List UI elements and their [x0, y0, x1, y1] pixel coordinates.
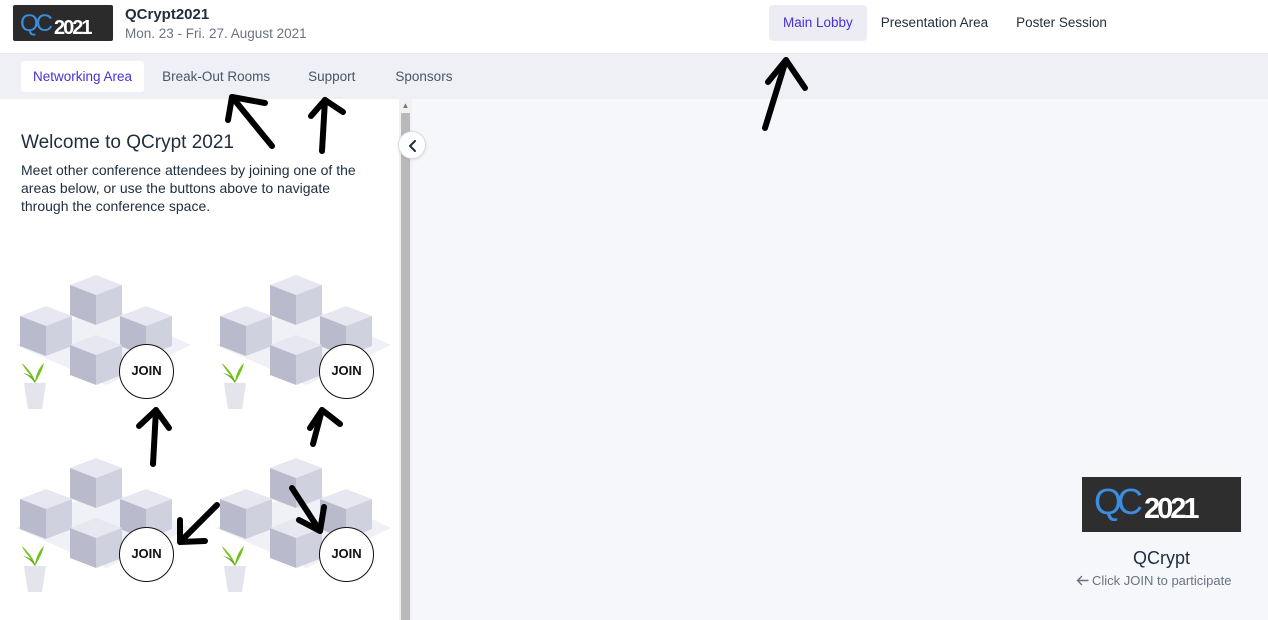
networking-room: JOIN — [16, 275, 196, 415]
join-button[interactable]: JOIN — [119, 344, 174, 399]
qcrypt-logo: QC 2021 — [1082, 477, 1241, 532]
join-button[interactable]: JOIN — [119, 527, 174, 582]
conference-title: QCrypt2021 — [125, 6, 210, 23]
networking-panel: Welcome to QCrypt 2021 Meet other confer… — [0, 99, 399, 620]
collapse-panel-button[interactable] — [398, 131, 426, 159]
svg-text:QC: QC — [20, 10, 53, 37]
room-illustration — [16, 458, 191, 592]
svg-text:2021: 2021 — [1144, 493, 1199, 525]
room-illustration — [216, 275, 391, 409]
welcome-title: Welcome to QCrypt 2021 — [21, 132, 234, 153]
networking-room: JOIN — [216, 458, 396, 598]
space-name: QCrypt — [1132, 548, 1190, 568]
scroll-up-arrow-icon[interactable]: ▲ — [399, 99, 412, 113]
scroll-thumb[interactable] — [401, 113, 410, 620]
networking-room: JOIN — [16, 458, 196, 598]
svg-text:2021: 2021 — [54, 17, 92, 39]
conference-dates: Mon. 23 - Fri. 27. August 2021 — [125, 26, 307, 41]
sub-navigation: Networking Area Break-Out Rooms Support … — [0, 54, 1268, 99]
svg-text:QC: QC — [1094, 481, 1142, 522]
main-content-area: QC 2021 QCrypt Click JOIN to participate — [412, 99, 1268, 620]
conference-logo[interactable]: QC 2021 — [13, 5, 113, 41]
app-root: QC 2021 QCrypt2021 Mon. 23 - Fri. 27. Au… — [0, 0, 1268, 620]
panel-scrollbar[interactable]: ▲ — [399, 99, 412, 620]
join-hint: Click JOIN to participate — [1076, 573, 1231, 588]
nav-presentation-area[interactable]: Presentation Area — [867, 5, 1002, 41]
join-button[interactable]: JOIN — [319, 527, 374, 582]
room-illustration — [216, 458, 391, 592]
tab-support[interactable]: Support — [296, 61, 367, 92]
join-hint-text: Click JOIN to participate — [1092, 573, 1232, 588]
networking-room: JOIN — [216, 275, 396, 415]
main-navigation: Main Lobby Presentation Area Poster Sess… — [769, 5, 1121, 41]
nav-main-lobby[interactable]: Main Lobby — [769, 5, 867, 41]
chevron-left-icon — [409, 140, 416, 152]
welcome-text: Meet other conference attendees by joini… — [21, 162, 356, 214]
join-button[interactable]: JOIN — [319, 344, 374, 399]
room-illustration — [16, 275, 191, 409]
tab-sponsors[interactable]: Sponsors — [383, 61, 464, 92]
nav-poster-session[interactable]: Poster Session — [1002, 5, 1121, 41]
tab-networking-area[interactable]: Networking Area — [21, 61, 145, 92]
arrow-left-icon — [1076, 575, 1089, 586]
tab-break-out-rooms[interactable]: Break-Out Rooms — [150, 61, 282, 92]
top-header: QC 2021 QCrypt2021 Mon. 23 - Fri. 27. Au… — [0, 0, 1268, 54]
